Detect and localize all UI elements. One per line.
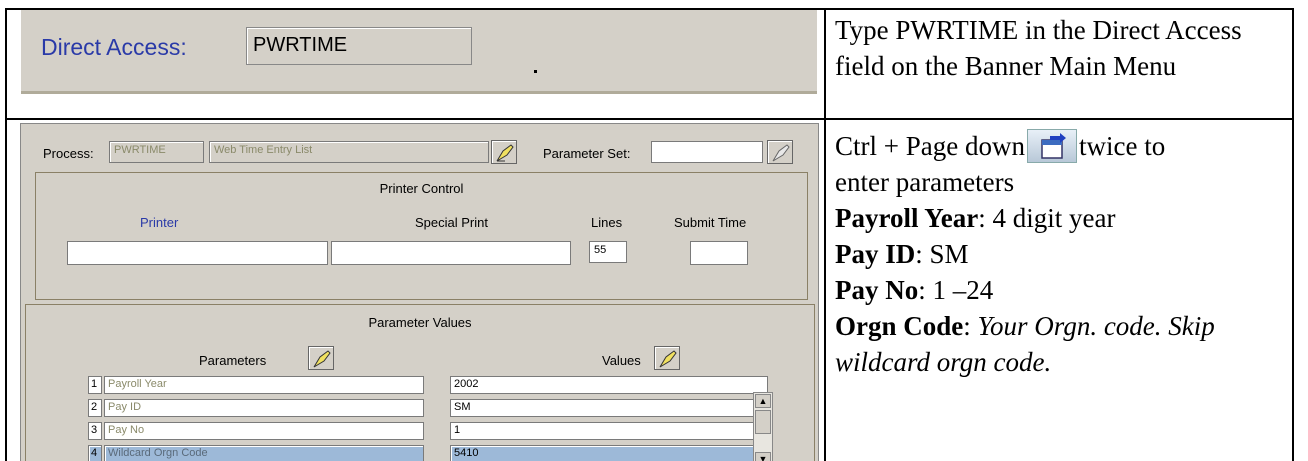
param-value-3[interactable]: 1 <box>450 422 768 440</box>
parameter-values-box: Parameter Values Parameters Values 1 Pay… <box>25 304 815 461</box>
pay-no-label: Pay No <box>835 275 919 305</box>
process-code-field[interactable]: PWRTIME <box>109 141 204 163</box>
param-num-1: 1 <box>88 376 102 394</box>
printer-field[interactable] <box>67 241 328 265</box>
printer-control-box: Printer Control Printer Special Print Li… <box>35 172 808 300</box>
param-name-2: Pay ID <box>104 399 424 417</box>
lines-label: Lines <box>591 215 623 230</box>
param-name-4: Wildcard Orgn Code <box>104 445 424 461</box>
parameter-set-search-button[interactable] <box>767 140 793 164</box>
parameter-set-label: Parameter Set: <box>543 146 631 161</box>
process-desc-field: Web Time Entry List <box>209 141 489 163</box>
values-search-button[interactable] <box>654 346 680 370</box>
payroll-year-label: Payroll Year <box>835 203 979 233</box>
param-value-1[interactable]: 2002 <box>450 376 768 394</box>
parameter-values-title: Parameter Values <box>368 315 472 330</box>
printer-control-title: Printer Control <box>379 181 464 196</box>
search-flashlight-icon <box>659 350 677 368</box>
scroll-down-arrow-icon[interactable]: ▼ <box>755 452 771 461</box>
step2-line2: enter parameters <box>835 167 1015 197</box>
param-num-2: 2 <box>88 399 102 417</box>
step2-item-pay-id: Pay ID: SM <box>835 236 1295 272</box>
submit-time-field[interactable] <box>690 241 748 265</box>
scroll-up-arrow-icon[interactable]: ▲ <box>755 394 771 408</box>
step1-instruction: Type PWRTIME in the Direct Access field … <box>835 15 1242 81</box>
pay-no-text: : 1 –24 <box>918 275 994 305</box>
column-divider <box>824 10 826 461</box>
payroll-year-text: : 4 digit year <box>978 203 1116 233</box>
process-label: Process: <box>43 146 94 161</box>
orgn-code-label: Orgn Code <box>835 311 964 341</box>
parameters-header: Parameters <box>199 353 267 368</box>
param-name-3: Pay No <box>104 422 424 440</box>
search-flashlight-icon <box>313 350 331 368</box>
submit-time-label: Submit Time <box>674 215 747 230</box>
param-name-1: Payroll Year <box>104 376 424 394</box>
special-print-field[interactable] <box>331 241 571 265</box>
step2-instructions: Ctrl + Page down twice to enter paramete… <box>835 128 1295 380</box>
special-print-label: Special Print <box>415 215 488 230</box>
direct-access-input[interactable]: PWRTIME <box>246 27 472 65</box>
param-value-4[interactable]: 5410 <box>450 445 768 461</box>
scroll-thumb[interactable] <box>755 410 771 434</box>
instruction-table: Direct Access: PWRTIME Type PWRTIME in t… <box>5 8 1294 461</box>
step2-item-payroll-year: Payroll Year: 4 digit year <box>835 200 1295 236</box>
parameter-scrollbar[interactable]: ▲ ▼ <box>753 392 773 461</box>
process-search-button[interactable] <box>491 140 517 164</box>
direct-access-label: Direct Access: <box>41 34 187 60</box>
pay-id-label: Pay ID <box>835 239 916 269</box>
param-value-2[interactable]: SM <box>450 399 768 417</box>
param-num-4: 4 <box>88 445 102 461</box>
row-divider <box>7 118 1292 120</box>
next-block-icon <box>1026 129 1077 163</box>
values-header: Values <box>602 353 641 368</box>
step2-item-pay-no: Pay No: 1 –24 <box>835 272 1295 308</box>
pay-id-text: : SM <box>915 239 969 269</box>
banner-process-form: Process: PWRTIME Web Time Entry List Par… <box>20 123 819 461</box>
lines-field[interactable]: 55 <box>589 241 627 263</box>
parameter-set-field[interactable] <box>651 141 763 163</box>
step2-line1: Ctrl + Page down twice to <box>835 128 1295 164</box>
step2-item-orgn-code: Orgn Code: Your Orgn. code. Skip wildcar… <box>835 311 1215 377</box>
printer-label: Printer <box>140 215 179 230</box>
param-num-3: 3 <box>88 422 102 440</box>
parameters-search-button[interactable] <box>308 346 334 370</box>
step2-ctrl-text: Ctrl + Page down <box>835 131 1025 161</box>
step2-twice-text: twice to <box>1078 131 1166 161</box>
search-flashlight-icon <box>772 144 790 162</box>
marker-dot <box>534 70 537 73</box>
direct-access-bar: Direct Access: PWRTIME <box>21 10 817 94</box>
search-flashlight-icon <box>496 144 514 162</box>
